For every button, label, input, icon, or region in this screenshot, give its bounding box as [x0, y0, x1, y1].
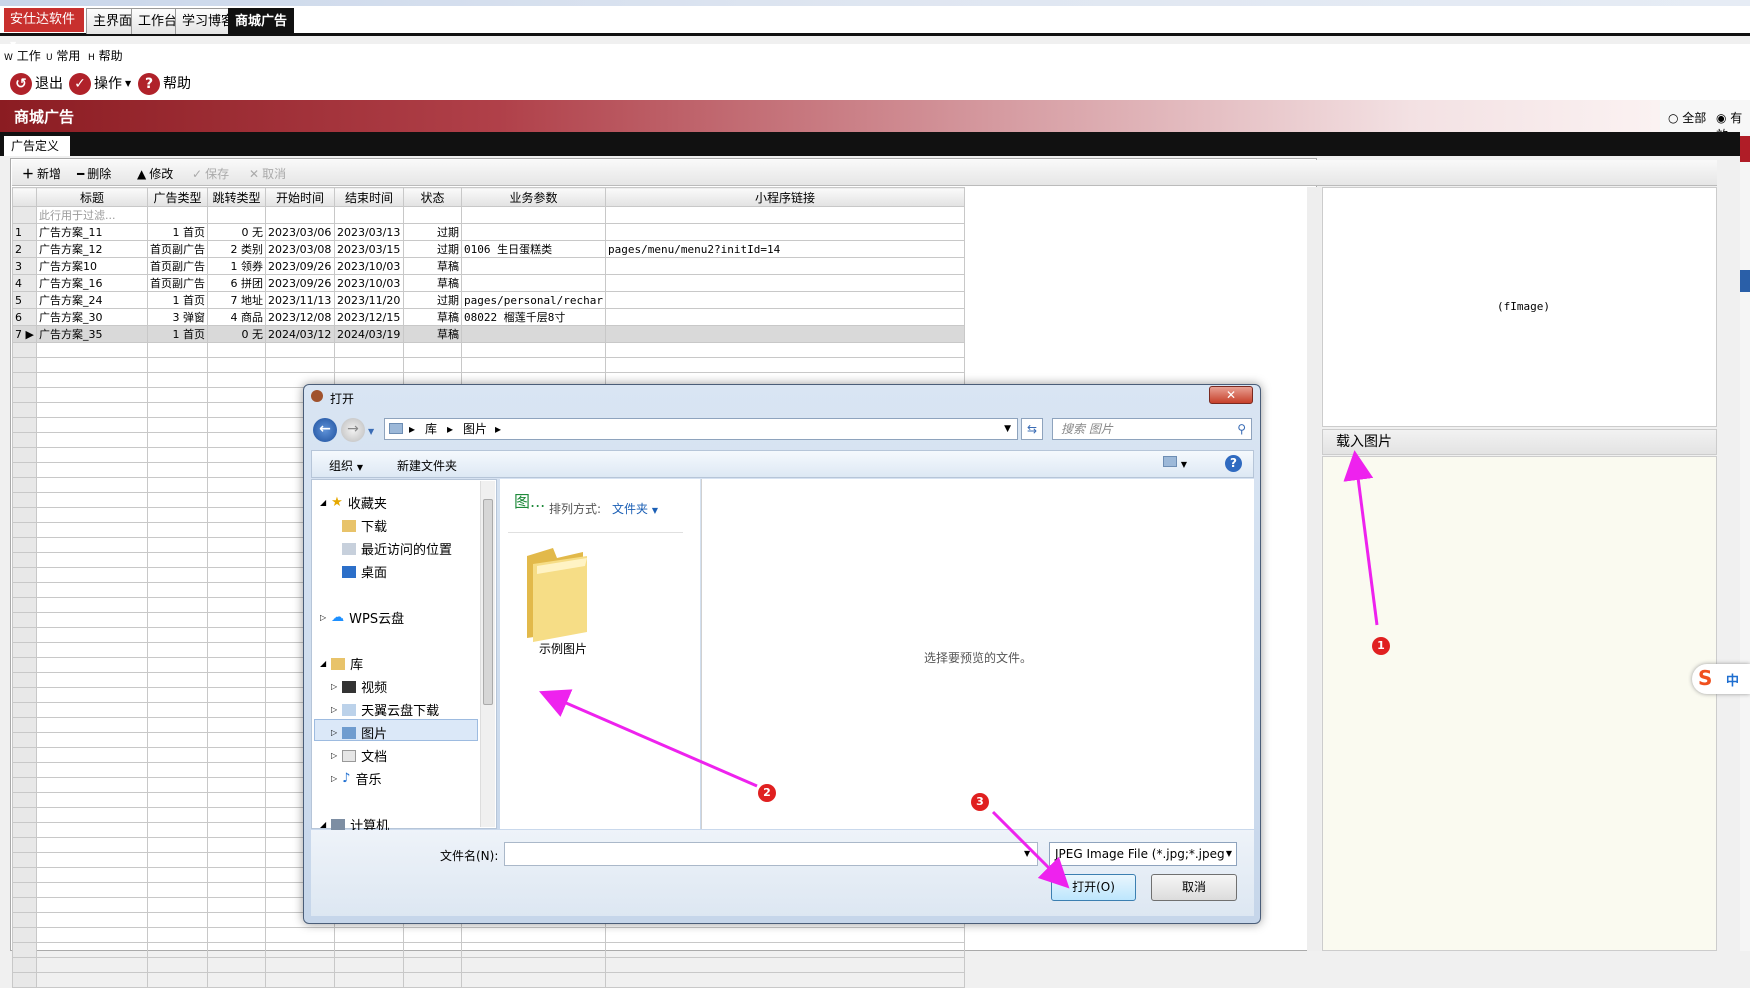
empty-row: [12, 957, 966, 973]
empty-cell: [264, 957, 335, 973]
ime-indicator[interactable]: S 中: [1692, 664, 1750, 694]
empty-cell: [460, 957, 607, 973]
empty-cell: [12, 957, 37, 973]
empty-row: [12, 972, 966, 988]
empty-cell: [605, 972, 966, 988]
annotation-badge-2: 2: [758, 784, 776, 802]
sogou-icon: S: [1698, 666, 1713, 690]
empty-cell: [206, 957, 266, 973]
arrow-3: [991, 810, 1070, 889]
empty-cell: [402, 957, 462, 973]
empty-cell: [605, 957, 966, 973]
arrow-2: [538, 689, 758, 788]
empty-cell: [333, 972, 404, 988]
empty-cell: [460, 972, 607, 988]
arrow-1: [1343, 450, 1379, 626]
empty-cell: [402, 972, 462, 988]
empty-cell: [146, 972, 208, 988]
ime-mode: 中: [1726, 674, 1740, 689]
empty-cell: [206, 972, 266, 988]
annotation-badge-1: 1: [1372, 637, 1390, 655]
empty-cell: [333, 957, 404, 973]
empty-cell: [12, 972, 37, 988]
annotation-badge-3: 3: [971, 793, 989, 811]
empty-cell: [146, 957, 208, 973]
annotation-arrows: [538, 450, 1379, 889]
empty-cell: [264, 972, 335, 988]
empty-cell: [35, 972, 148, 988]
empty-cell: [35, 957, 148, 973]
